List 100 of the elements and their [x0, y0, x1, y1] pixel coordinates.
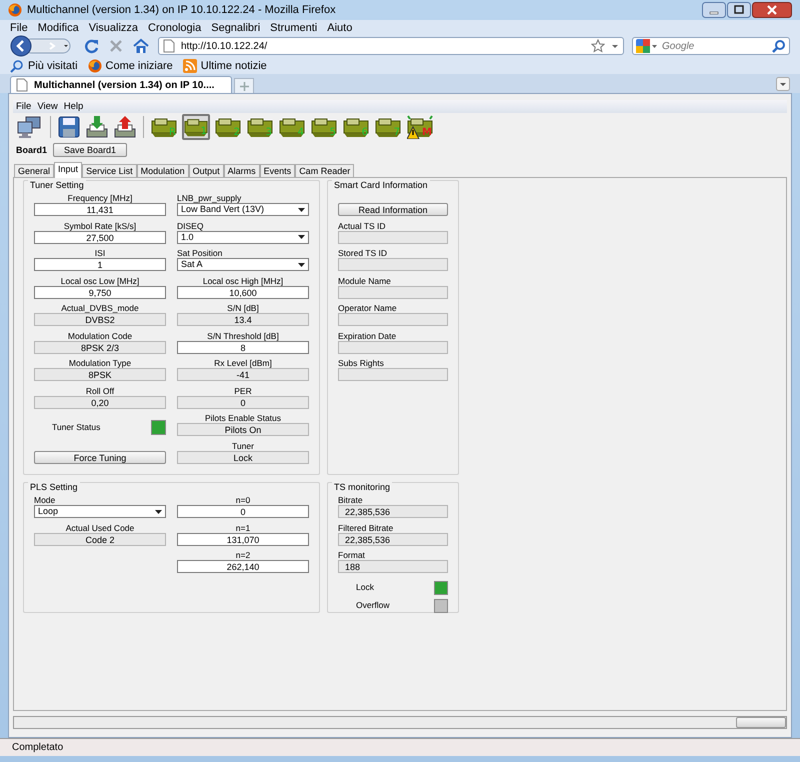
firefox-icon[interactable] [88, 58, 102, 72]
field-label: Tuner Status [52, 423, 100, 432]
floppy-icon[interactable] [57, 115, 81, 139]
action-button[interactable]: Force Tuning [34, 450, 166, 464]
input-field[interactable]: 27,500 [34, 230, 166, 244]
address-field[interactable]: http://10.10.122.24/ [158, 37, 624, 55]
menu-item[interactable]: Cronologia [148, 22, 202, 34]
caret-icon[interactable] [155, 510, 162, 514]
menu-item[interactable]: Modifica [38, 22, 79, 34]
field-label: Tuner [231, 442, 255, 450]
input-field[interactable]: 262,140 [177, 560, 309, 573]
magnifier-icon[interactable] [10, 58, 24, 72]
bookmark-link[interactable]: Come iniziare [88, 58, 173, 72]
readonly-field: 0,20 [34, 396, 166, 408]
menu-item[interactable]: Aiuto [327, 22, 352, 34]
input-field[interactable]: 8 [177, 340, 309, 354]
tab[interactable]: Events [260, 164, 296, 177]
readonly-field: 0 [177, 396, 309, 408]
search-icon[interactable] [772, 39, 786, 53]
field-label: Modulation Type [68, 359, 132, 368]
field-label: S/N [dB] [226, 304, 260, 313]
field-label: Overflow [356, 601, 390, 610]
dropdown[interactable]: Loop [34, 505, 166, 518]
search-field[interactable]: Google [632, 37, 790, 55]
home-icon[interactable] [132, 38, 150, 54]
field-label: Stored TS ID [338, 249, 388, 258]
horizontal-scrollbar[interactable] [13, 716, 787, 729]
field-label: Pilots Enable Status [204, 414, 282, 423]
tab[interactable]: Alarms [224, 164, 260, 177]
field-label: Modulation Code [66, 332, 134, 340]
input-field[interactable]: 1 [34, 258, 166, 271]
search-input[interactable]: Google [662, 40, 768, 52]
tab[interactable]: Cam Reader [295, 164, 354, 177]
field-label: Bitrate [338, 496, 364, 505]
board-name: Board1 [16, 144, 48, 154]
menu-item[interactable]: Strumenti [270, 22, 318, 34]
readonly-field: Pilots On [177, 423, 309, 436]
bookmark-link[interactable]: Ultime notizie [182, 58, 267, 72]
tab[interactable]: Output [188, 164, 224, 177]
group-title: PLS Setting [28, 482, 80, 492]
field-label: Lock [356, 583, 374, 592]
caret-icon[interactable] [298, 208, 305, 212]
menu-item[interactable]: File [16, 101, 32, 112]
input-field[interactable]: 9,750 [34, 286, 166, 298]
caret-icon[interactable] [298, 262, 305, 266]
field-label: Frequency [MHz] [66, 194, 134, 203]
tab[interactable]: Input [54, 162, 82, 178]
menu-item[interactable]: Visualizza [88, 22, 138, 34]
input-field[interactable]: 11,431 [34, 203, 166, 216]
field-label: Actual_DVBS_mode [60, 304, 140, 313]
field-label: n=2 [234, 551, 252, 560]
status-text: Completato [0, 738, 800, 756]
field-label: Symbol Rate [kS/s] [62, 222, 138, 230]
field-label: Subs Rights [338, 359, 385, 368]
scroll-thumb[interactable] [736, 717, 786, 728]
input-field[interactable]: 131,070 [177, 532, 309, 546]
google-icon[interactable] [636, 39, 658, 53]
page-icon[interactable] [16, 78, 28, 92]
action-button[interactable]: Read Information [338, 203, 448, 216]
dropdown[interactable]: Low Band Vert (13V) [177, 203, 309, 216]
menu-item[interactable]: Segnalibri [211, 22, 260, 34]
menu-item[interactable]: View [37, 101, 58, 112]
input-field[interactable]: 10,600 [177, 286, 309, 298]
caret-icon[interactable] [298, 235, 305, 239]
field-label: Actual Used Code [64, 524, 136, 532]
close-icon[interactable] [752, 2, 792, 18]
field-label: n=1 [234, 524, 252, 532]
menu-item[interactable]: Help [64, 101, 84, 112]
field-label: Expiration Date [338, 332, 398, 340]
field-label: Actual TS ID [338, 222, 387, 230]
group-title: Smart Card Information [332, 180, 430, 190]
field-label: Local osc Low [MHz] [60, 276, 140, 286]
readonly-field: 8PSK [34, 368, 166, 381]
readonly-field: 188 [338, 560, 448, 573]
reload-icon[interactable] [84, 38, 100, 54]
tab[interactable]: Modulation [136, 164, 189, 177]
download-tray-icon[interactable] [85, 115, 109, 139]
group-title: Tuner Setting [28, 180, 86, 190]
readonly-field: 8PSK 2/3 [34, 340, 166, 354]
field-label: LNB_pwr_supply [177, 194, 242, 203]
dropdown[interactable]: Sat A [177, 258, 309, 271]
bookmark-link[interactable]: Più visitati [10, 58, 78, 72]
page-icon[interactable] [163, 39, 175, 53]
menu-item[interactable]: File [10, 22, 28, 34]
save-button[interactable]: Save Board1 [53, 142, 128, 156]
readonly-field: -41 [177, 368, 309, 381]
star-icon[interactable] [591, 39, 605, 53]
browser-tab[interactable]: Multichannel (version 1.34) on IP 10.... [10, 76, 232, 93]
upload-tray-icon[interactable] [113, 115, 137, 139]
field-label: Sat Position [177, 249, 224, 258]
field-label: Local osc High [MHz] [202, 276, 284, 286]
tab-list-icon[interactable] [776, 76, 790, 90]
input-field[interactable]: 0 [177, 505, 309, 518]
tab[interactable]: Service List [82, 164, 137, 177]
field-label: Format [338, 551, 366, 560]
maximize-icon[interactable] [727, 2, 751, 18]
firefox-icon[interactable] [8, 3, 22, 17]
tab[interactable]: General [14, 164, 54, 177]
dropdown[interactable]: 1.0 [177, 230, 309, 244]
field-label: Mode [34, 496, 56, 505]
